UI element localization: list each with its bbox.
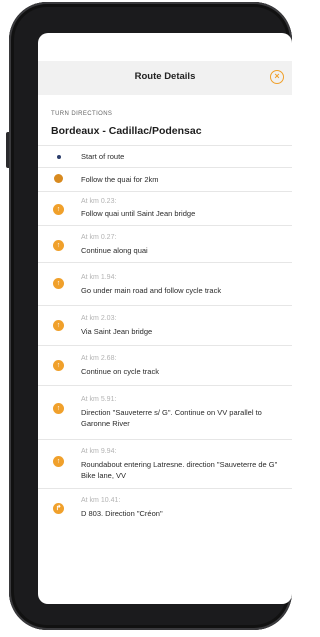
list-item[interactable]: ↑ At km 2.03: Via Saint Jean bridge xyxy=(38,305,292,345)
app-screen: Route Details × TURN DIRECTIONS Bordeaux… xyxy=(38,33,292,604)
direction-km: At km 9.94: xyxy=(81,448,117,455)
turn-icon: ↑ xyxy=(53,240,64,251)
direction-text: Via Saint Jean bridge xyxy=(81,327,153,336)
turn-icon: ↑ xyxy=(53,403,64,414)
direction-km: At km 2.03: xyxy=(81,315,117,322)
close-button[interactable]: × xyxy=(270,70,284,84)
direction-km: At km 1.94: xyxy=(81,274,117,281)
list-item[interactable]: ↑ At km 0.27: Continue along quai xyxy=(38,225,292,262)
turn-icon: ↑ xyxy=(53,320,64,331)
direction-text: Go under main road and follow cycle trac… xyxy=(81,286,222,295)
phone-frame: Route Details × TURN DIRECTIONS Bordeaux… xyxy=(6,2,292,630)
start-dot-icon xyxy=(57,155,61,159)
route-title: Bordeaux - Cadillac/Podensac xyxy=(51,125,202,137)
roundabout-icon: ↑ xyxy=(53,456,64,467)
direction-text: D 803. Direction "Créon" xyxy=(81,509,163,518)
direction-text: Direction "Sauveterre s/ G". Continue on… xyxy=(81,408,262,428)
direction-text: Follow quai until Saint Jean bridge xyxy=(81,209,196,218)
turn-icon: ↑ xyxy=(53,204,64,215)
direction-text: Start of route xyxy=(81,152,125,161)
list-item[interactable]: ↑ At km 5.91: Direction "Sauveterre s/ G… xyxy=(38,385,292,439)
directions-list: Start of route Follow the quai for 2km ↑… xyxy=(38,145,292,528)
header-bar: Route Details × xyxy=(38,61,292,95)
turn-icon: ↑ xyxy=(53,278,64,289)
straight-icon xyxy=(54,174,63,183)
list-item[interactable]: ↱ At km 10.41: D 803. Direction "Créon" xyxy=(38,488,292,528)
turn-right-icon: ↱ xyxy=(53,503,64,514)
list-item[interactable]: ↑ At km 0.23: Follow quai until Saint Je… xyxy=(38,191,292,225)
page-title: Route Details xyxy=(134,71,196,82)
list-item[interactable]: Follow the quai for 2km xyxy=(38,167,292,191)
direction-text: Continue on cycle track xyxy=(81,367,159,376)
direction-text: Continue along quai xyxy=(81,246,148,255)
direction-km: At km 2.68: xyxy=(81,355,117,362)
list-item[interactable]: ↑ At km 1.94: Go under main road and fol… xyxy=(38,262,292,305)
direction-text: Follow the quai for 2km xyxy=(81,175,159,184)
direction-text: Roundabout entering Latresne. direction … xyxy=(81,460,278,480)
direction-km: At km 0.27: xyxy=(81,234,117,241)
turn-icon: ↑ xyxy=(53,360,64,371)
section-label: TURN DIRECTIONS xyxy=(51,111,113,117)
direction-km: At km 10.41: xyxy=(81,497,121,504)
direction-km: At km 0.23: xyxy=(81,198,117,205)
list-item[interactable]: ↑ At km 9.94: Roundabout entering Latres… xyxy=(38,439,292,488)
list-item[interactable]: Start of route xyxy=(38,145,292,167)
direction-km: At km 5.91: xyxy=(81,396,117,403)
close-icon: × xyxy=(274,71,280,81)
list-item[interactable]: ↑ At km 2.68: Continue on cycle track xyxy=(38,345,292,385)
